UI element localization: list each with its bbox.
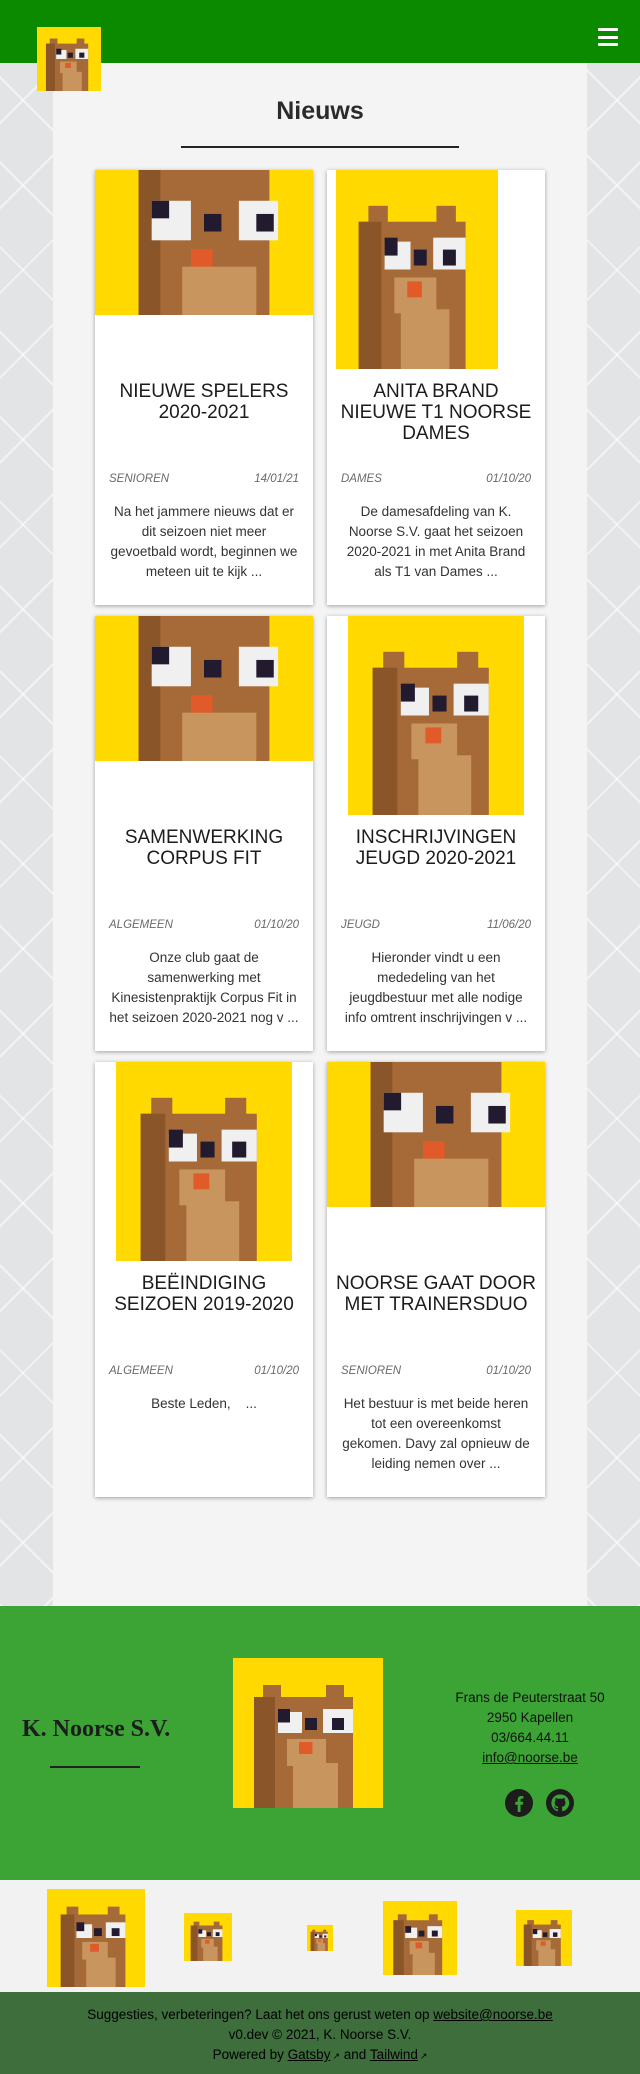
news-card-excerpt: Hieronder vindt u een mededeling van het… — [344, 950, 528, 1025]
title-divider — [181, 146, 459, 148]
news-card-category: DAMES — [341, 473, 382, 485]
news-card-image — [95, 1062, 313, 1261]
news-card-title: BEËINDIGING SEIZOEN 2019-2020 — [114, 1273, 294, 1315]
news-card[interactable]: SAMENWERKING CORPUS FIT ALGEMEEN 01/10/2… — [95, 616, 313, 1051]
news-card-date: 11/06/20 — [487, 919, 531, 931]
news-card-title: NOORSE GAAT DOOR MET TRAINERSDUO — [336, 1273, 536, 1315]
address-city: 2950 Kapellen — [486, 1710, 574, 1725]
news-card-title: NIEUWE SPELERS 2020-2021 — [119, 381, 289, 423]
news-card-meta: DAMES 01/10/20 — [341, 473, 531, 485]
news-card-meta: ALGEMEEN 01/10/20 — [109, 1365, 299, 1377]
bottom-credits-bar: Suggesties, verbeteringen? Laat het ons … — [0, 1992, 640, 2074]
news-card-category: ALGEMEEN — [109, 1365, 173, 1377]
powered-by-line: Powered by Gatsby ↗ and Tailwind ↗ — [0, 2045, 640, 2066]
tailwind-link[interactable]: Tailwind — [370, 2047, 418, 2062]
news-section: Nieuws NIEUWE SPELERS 2020-2021 SENIOREN… — [53, 63, 587, 1606]
news-card-excerpt: De damesafdeling van K. Noorse S.V. gaat… — [346, 504, 526, 579]
club-logo[interactable] — [37, 26, 101, 92]
suggestion-text: Suggesties, verbeteringen? Laat het ons … — [87, 2007, 430, 2022]
sponsor-logo[interactable] — [47, 1889, 145, 1987]
news-card-date: 14/01/21 — [254, 473, 299, 485]
page-title: Nieuws — [276, 97, 364, 125]
footer-club-name: K. Noorse S.V. — [22, 1716, 171, 1742]
social-links — [505, 1789, 574, 1817]
news-card-title: ANITA BRAND NIEUWE T1 NOORSE DAMES — [340, 381, 532, 444]
news-card-meta: SENIOREN 14/01/21 — [109, 473, 299, 485]
news-card-title: SAMENWERKING CORPUS FIT — [124, 827, 284, 869]
sponsor-logo[interactable] — [307, 1925, 333, 1951]
sponsor-logo[interactable] — [516, 1910, 572, 1966]
footer-club-logo — [233, 1658, 383, 1808]
gatsby-link[interactable]: Gatsby — [288, 2047, 331, 2062]
address-street: Frans de Peuterstraat 50 — [455, 1690, 605, 1705]
powered-by-text: Powered by — [212, 2047, 284, 2062]
site-footer: K. Noorse S.V. Frans de Peuterstraat 50 … — [0, 1606, 640, 1880]
hamburger-menu-icon[interactable] — [598, 28, 618, 46]
email-link[interactable]: info@noorse.be — [482, 1750, 578, 1765]
news-card-date: 01/10/20 — [254, 919, 299, 931]
and-text: and — [343, 2047, 367, 2062]
news-card-category: JEUGD — [341, 919, 380, 931]
news-card-meta: JEUGD 11/06/20 — [341, 919, 531, 931]
news-card-category: SENIOREN — [341, 1365, 402, 1377]
github-icon[interactable] — [546, 1789, 574, 1817]
news-card-excerpt: Na het jammere nieuws dat er dit seizoen… — [110, 504, 298, 579]
news-card-image — [327, 1062, 545, 1207]
news-card[interactable]: NOORSE GAAT DOOR MET TRAINERSDUO SENIORE… — [327, 1062, 545, 1497]
news-card-image — [327, 170, 545, 369]
news-card[interactable]: BEËINDIGING SEIZOEN 2019-2020 ALGEMEEN 0… — [95, 1062, 313, 1497]
external-link-icon: ↗ — [419, 2051, 428, 2061]
news-card-title: INSCHRIJVINGEN JEUGD 2020-2021 — [355, 827, 517, 869]
footer-contact: Frans de Peuterstraat 50 2950 Kapellen 0… — [440, 1688, 620, 1768]
news-card-date: 01/10/20 — [486, 1365, 531, 1377]
news-card-category: SENIOREN — [109, 473, 170, 485]
news-card-date: 01/10/20 — [254, 1365, 299, 1377]
version-text: v0.dev © 2021, K. Noorse S.V. — [228, 2027, 412, 2042]
news-card-image — [327, 616, 545, 815]
website-email-link[interactable]: website@noorse.be — [433, 2007, 553, 2022]
news-card[interactable]: NIEUWE SPELERS 2020-2021 SENIOREN 14/01/… — [95, 170, 313, 605]
news-card-image — [95, 170, 313, 315]
news-card-category: ALGEMEEN — [109, 919, 173, 931]
news-card-excerpt: Het bestuur is met beide heren tot een o… — [342, 1396, 530, 1471]
sponsor-logo[interactable] — [383, 1901, 457, 1975]
external-link-icon: ↗ — [332, 2051, 340, 2061]
news-card-meta: SENIOREN 01/10/20 — [341, 1365, 531, 1377]
news-card-meta: ALGEMEEN 01/10/20 — [109, 919, 299, 931]
news-card-excerpt: Onze club gaat de samenwerking met Kines… — [109, 950, 299, 1025]
news-card-image — [95, 616, 313, 761]
phone-number: 03/664.44.11 — [491, 1730, 569, 1745]
sponsor-logos — [0, 1880, 640, 1992]
footer-divider — [50, 1766, 140, 1768]
news-card-excerpt: Beste Leden, ... — [151, 1396, 257, 1411]
news-card-date: 01/10/20 — [486, 473, 531, 485]
facebook-icon[interactable] — [505, 1789, 533, 1817]
sponsor-logo[interactable] — [184, 1913, 232, 1961]
news-card[interactable]: INSCHRIJVINGEN JEUGD 2020-2021 JEUGD 11/… — [327, 616, 545, 1051]
news-card[interactable]: ANITA BRAND NIEUWE T1 NOORSE DAMES DAMES… — [327, 170, 545, 605]
suggestion-line: Suggesties, verbeteringen? Laat het ons … — [0, 1992, 640, 2025]
